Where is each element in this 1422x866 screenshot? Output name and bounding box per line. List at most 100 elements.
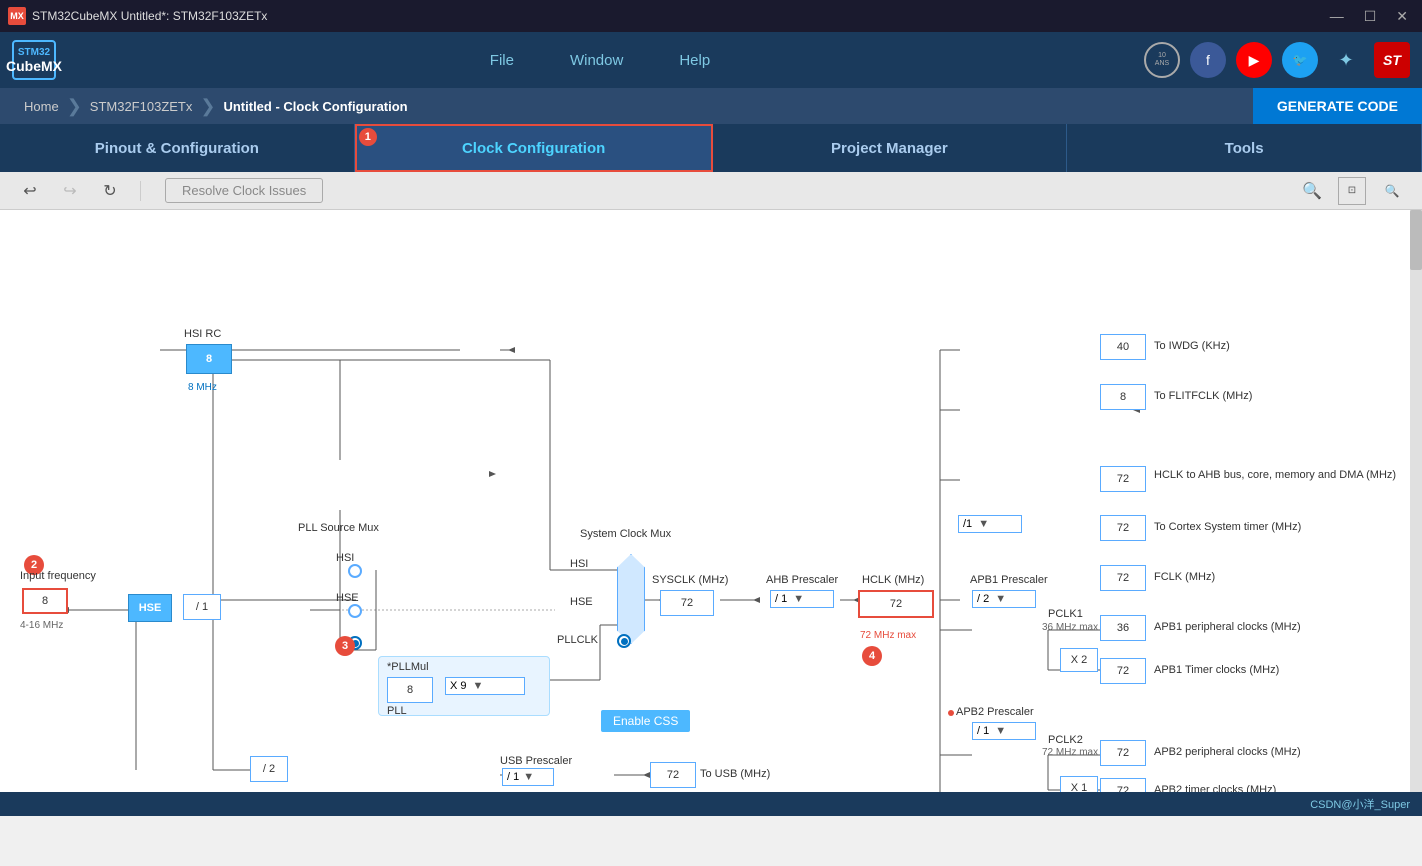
- menu-window[interactable]: Window: [562, 48, 631, 73]
- iwdg-val-box: 40: [1100, 334, 1146, 360]
- usb-label: To USB (MHz): [700, 768, 770, 780]
- input-freq-box[interactable]: 8: [22, 588, 68, 614]
- apb1-div-dropdown[interactable]: / 2 ▼: [972, 590, 1036, 608]
- titlebar: MX STM32CubeMX Untitled*: STM32F103ZETx …: [0, 0, 1422, 32]
- pll-source-mux-label: PLL Source Mux: [298, 522, 379, 534]
- x9-dropdown[interactable]: X 9 ▼: [445, 677, 525, 695]
- facebook-icon[interactable]: f: [1190, 42, 1226, 78]
- refresh-button[interactable]: ↻: [96, 177, 124, 205]
- pll-label: PLL: [387, 705, 407, 717]
- title-left: MX STM32CubeMX Untitled*: STM32F103ZETx: [8, 7, 267, 25]
- cortex-div-dropdown[interactable]: /1 ▼: [958, 515, 1022, 533]
- div2-box[interactable]: / 2: [250, 756, 288, 782]
- ahb-prescaler-label: AHB Prescaler: [766, 574, 838, 586]
- cortex-label: To Cortex System timer (MHz): [1154, 521, 1301, 533]
- hclk-box[interactable]: 72: [858, 590, 934, 618]
- generate-code-button[interactable]: GENERATE CODE: [1253, 88, 1422, 124]
- connection-lines: [0, 210, 1422, 792]
- apb1-x2-box: X 2: [1060, 648, 1098, 672]
- tab-project-manager[interactable]: Project Manager: [713, 124, 1068, 172]
- apb1-periph-label: APB1 peripheral clocks (MHz): [1154, 621, 1301, 633]
- fclk-val-box: 72: [1100, 565, 1146, 591]
- scrollbar-track[interactable]: [1410, 210, 1422, 792]
- pll-hsi-radio[interactable]: [348, 564, 362, 578]
- flitf-label: To FLITFCLK (MHz): [1154, 390, 1252, 402]
- menu-items: File Window Help: [56, 48, 1144, 73]
- zoom-out-button[interactable]: 🔍: [1378, 177, 1406, 205]
- network-icon[interactable]: ✦: [1328, 42, 1364, 78]
- pll-hse-label: HSE: [336, 592, 359, 604]
- hse-div1-box[interactable]: / 1: [183, 594, 221, 620]
- pllclk-radio[interactable]: [617, 634, 631, 648]
- pclk2-max-label: 72 MHz max: [1042, 747, 1098, 758]
- credit-text: CSDN@小洋_Super: [1310, 796, 1410, 812]
- menu-help[interactable]: Help: [671, 48, 718, 73]
- hsi-box: 8: [186, 344, 232, 374]
- apb2-red-dot: [948, 710, 954, 716]
- tab-badge: 1: [359, 128, 377, 146]
- hclk-label: HCLK (MHz): [862, 574, 924, 586]
- tab-tools[interactable]: Tools: [1067, 124, 1422, 172]
- menu-file[interactable]: File: [482, 48, 522, 73]
- apb1-periph-val-box: 36: [1100, 615, 1146, 641]
- hsi-mhz-label: 8 MHz: [188, 382, 217, 393]
- redo-button[interactable]: ↪: [56, 177, 84, 205]
- resolve-clock-button[interactable]: Resolve Clock Issues: [165, 178, 323, 203]
- fit-button[interactable]: ⊡: [1338, 177, 1366, 205]
- logo: STM32 CubeMX: [12, 40, 56, 80]
- hse-box[interactable]: HSE: [128, 594, 172, 622]
- hclk-max-label: 72 MHz max: [860, 630, 916, 641]
- undo-button[interactable]: ↩: [16, 177, 44, 205]
- nav-chip[interactable]: STM32F103ZETx: [82, 99, 201, 114]
- maximize-button[interactable]: ☐: [1358, 6, 1383, 27]
- ahb-div-dropdown[interactable]: / 1 ▼: [770, 590, 834, 608]
- pll-hse-radio[interactable]: [348, 604, 362, 618]
- usb-val-box: 72: [650, 762, 696, 788]
- apb2-timer-val-box: 72: [1100, 778, 1146, 792]
- pclk2-label: PCLK2: [1048, 734, 1083, 746]
- st-icon[interactable]: ST: [1374, 42, 1410, 78]
- nav-project[interactable]: Untitled - Clock Configuration: [215, 99, 415, 114]
- pclk1-label: PCLK1: [1048, 608, 1083, 620]
- usb-prescaler-label: USB Prescaler: [500, 755, 572, 767]
- badge-4: 4: [862, 646, 882, 666]
- sys-hsi-label: HSI: [570, 558, 588, 570]
- app-icon: MX: [8, 7, 26, 25]
- nav-home[interactable]: Home: [16, 99, 67, 114]
- menubar: STM32 CubeMX File Window Help 10ANS f ▶ …: [0, 32, 1422, 88]
- usb-div-dropdown[interactable]: / 1 ▼: [502, 768, 554, 786]
- sys-clk-mux-shape: [617, 554, 645, 644]
- sysclk-label: SYSCLK (MHz): [652, 574, 728, 586]
- tabbar: Pinout & Configuration 1 Clock Configura…: [0, 124, 1422, 172]
- badge-3: 3: [335, 636, 355, 656]
- apb2-periph-val-box: 72: [1100, 740, 1146, 766]
- apb1-timer-val-box: 72: [1100, 658, 1146, 684]
- iwdg-label: To IWDG (KHz): [1154, 340, 1230, 352]
- tab-pinout[interactable]: Pinout & Configuration: [0, 124, 355, 172]
- tab-clock[interactable]: 1 Clock Configuration: [355, 124, 713, 172]
- youtube-icon[interactable]: ▶: [1236, 42, 1272, 78]
- sys-clk-mux-label: System Clock Mux: [580, 528, 671, 540]
- sys-hse-label: HSE: [570, 596, 593, 608]
- apb2-periph-label: APB2 peripheral clocks (MHz): [1154, 746, 1301, 758]
- apb2-prescaler-label: APB2 Prescaler: [956, 706, 1034, 718]
- window-controls: — ☐ ✕: [1324, 6, 1414, 27]
- nav-sep2: ❯: [200, 96, 215, 117]
- apb2-div-dropdown[interactable]: / 1 ▼: [972, 722, 1036, 740]
- fclk-label: FCLK (MHz): [1154, 571, 1215, 583]
- apb2-x1-box: X 1: [1060, 776, 1098, 792]
- cert-icon[interactable]: 10ANS: [1144, 42, 1180, 78]
- scrollbar-thumb[interactable]: [1410, 210, 1422, 270]
- close-button[interactable]: ✕: [1390, 6, 1414, 27]
- input-freq-label: Input frequency: [20, 570, 96, 582]
- pllmul-val-box: 8: [387, 677, 433, 703]
- twitter-icon[interactable]: 🐦: [1282, 42, 1318, 78]
- toolbar: ↩ ↪ ↻ Resolve Clock Issues 🔍 ⊡ 🔍: [0, 172, 1422, 210]
- enable-css-button[interactable]: Enable CSS: [601, 710, 690, 732]
- apb1-timer-label: APB1 Timer clocks (MHz): [1154, 664, 1279, 676]
- hsi-rc-label: HSI RC: [184, 328, 221, 340]
- zoom-in-button[interactable]: 🔍: [1298, 177, 1326, 205]
- minimize-button[interactable]: —: [1324, 6, 1350, 27]
- social-icons: 10ANS f ▶ 🐦 ✦ ST: [1144, 42, 1410, 78]
- apb1-prescaler-label: APB1 Prescaler: [970, 574, 1048, 586]
